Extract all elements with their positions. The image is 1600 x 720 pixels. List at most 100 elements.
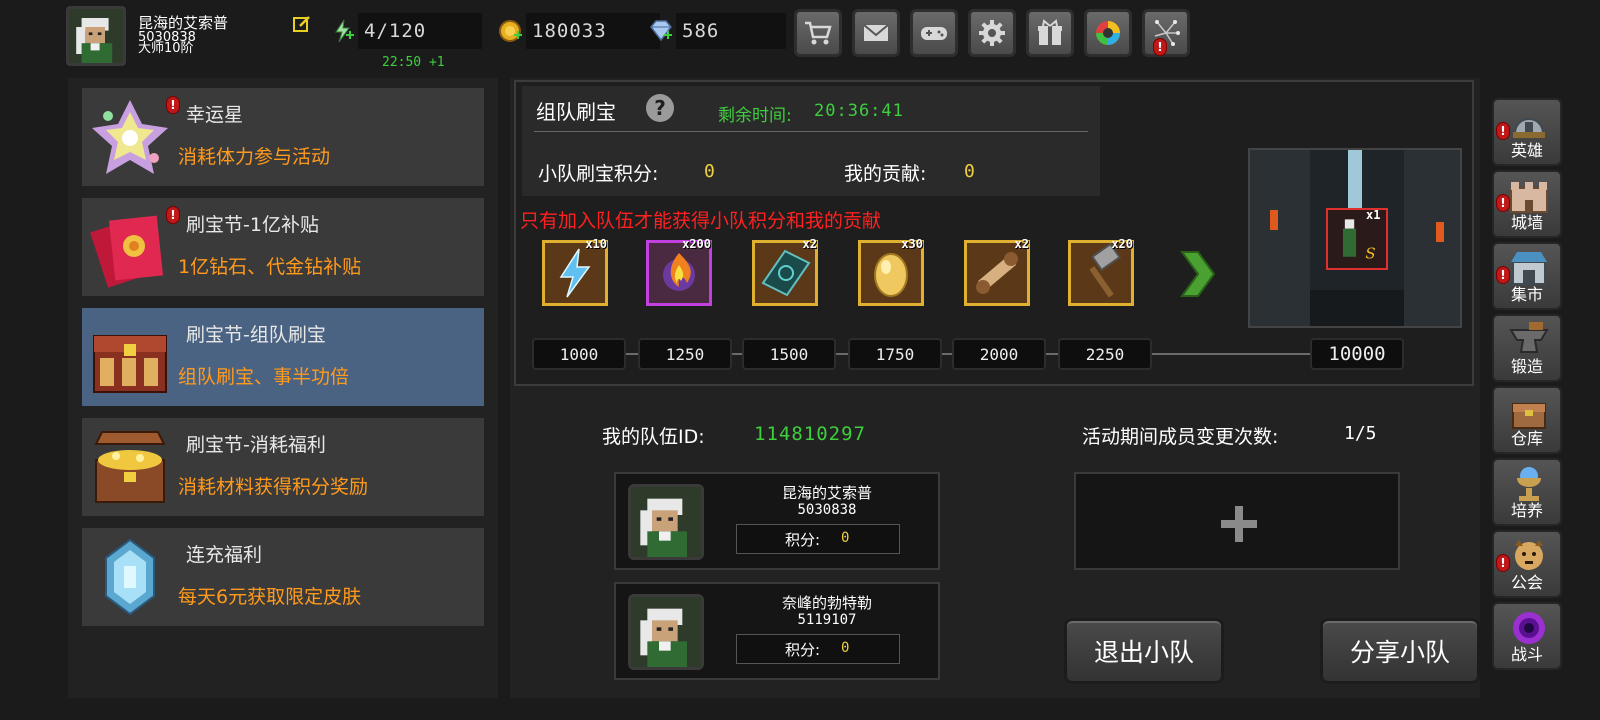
aperture-icon	[1096, 21, 1120, 45]
alert-icon: !	[1153, 38, 1167, 56]
gold-value: 180033	[532, 20, 607, 42]
reward-slot[interactable]: x2	[752, 237, 818, 306]
nav-battle[interactable]: 战斗	[1492, 602, 1562, 670]
member-score-label: 积分:	[785, 641, 821, 659]
aperture-button[interactable]	[1084, 9, 1132, 57]
stamina-regen-timer: 22:50 +1	[382, 55, 445, 70]
remaining-time-label: 剩余时间:	[718, 106, 792, 126]
event-item-team-treasure[interactable]: 刷宝节-组队刷宝 组队刷宝、事半功倍	[82, 308, 484, 406]
member-name: 昆海的艾索普	[781, 484, 872, 502]
gear-icon	[979, 20, 1005, 46]
event-desc: 1亿钻石、代金钻补贴	[178, 256, 362, 278]
firework-button[interactable]: !	[1142, 9, 1190, 57]
event-item-lucky-star[interactable]: ! 幸运星 消耗体力参与活动	[82, 88, 484, 186]
reward-slot[interactable]: x20	[1068, 237, 1134, 306]
nav-forge[interactable]: 锻造	[1492, 314, 1562, 382]
member-score-box: 积分: 0	[736, 524, 900, 554]
elf-portrait-icon	[69, 9, 123, 63]
nav-label: 城墙	[1510, 213, 1543, 232]
team-score-label: 小队刷宝积分:	[538, 163, 659, 185]
nav-market[interactable]: ! 集市	[1492, 242, 1562, 310]
team-member-card[interactable]: 奈峰的勃特勒 5119107 积分: 0	[614, 582, 940, 680]
settings-button[interactable]	[968, 9, 1016, 57]
event-title: 刷宝节-消耗福利	[186, 434, 326, 456]
games-button[interactable]	[910, 9, 958, 57]
nav-label: 公会	[1510, 573, 1543, 592]
reward-slot[interactable]: x10	[542, 237, 608, 306]
gift-icon	[1038, 19, 1062, 45]
team-id-value: 114810297	[754, 423, 866, 445]
reward-slot[interactable]: x2	[964, 237, 1030, 306]
team-treasure-panel: 组队刷宝 ? 剩余时间: 20:36:41 小队刷宝积分: 0 我的贡献: 0 …	[510, 78, 1480, 698]
player-rank: 大师10阶	[138, 41, 194, 56]
gold-coin-icon[interactable]	[498, 18, 524, 44]
share-team-button[interactable]: 分享小队	[1320, 618, 1480, 684]
scroll-icon	[976, 252, 1018, 294]
team-member-card[interactable]: 昆海的艾索普 5030838 积分: 0	[614, 472, 940, 570]
hammer-icon	[1089, 243, 1121, 298]
milestone: 1000	[532, 338, 626, 370]
alert-icon: !	[166, 96, 180, 114]
event-desc: 消耗材料获得积分奖励	[178, 476, 369, 498]
plus-icon	[1221, 506, 1257, 542]
add-member-slot[interactable]	[1074, 472, 1400, 570]
team-score-value: 0	[704, 161, 715, 182]
final-reward-qty: x1	[1366, 208, 1381, 222]
milestone: 1500	[742, 338, 836, 370]
edit-icon[interactable]	[292, 14, 312, 34]
gift-button[interactable]	[1026, 9, 1074, 57]
milestone-final: 10000	[1310, 338, 1404, 370]
reward-qty: x30	[901, 237, 923, 251]
contribution-label: 我的贡献:	[844, 163, 927, 185]
nav-label: 仓库	[1510, 429, 1543, 448]
mail-icon	[863, 24, 889, 41]
milestone: 2250	[1058, 338, 1152, 370]
member-id: 5119107	[797, 612, 857, 628]
gamepad-icon	[921, 27, 947, 40]
member-name: 奈峰的勃特勒	[781, 594, 872, 612]
event-title: 刷宝节-1亿补贴	[186, 214, 319, 236]
event-desc: 消耗体力参与活动	[178, 146, 331, 168]
reward-slot[interactable]: x200	[646, 237, 712, 306]
member-score-value: 0	[841, 530, 850, 546]
gold-display: 180033	[526, 13, 660, 49]
event-item-subsidy[interactable]: ! 刷宝节-1亿补贴 1亿钻石、代金钻补贴	[82, 198, 484, 296]
join-team-warning: 只有加入队伍才能获得小队积分和我的贡献	[520, 210, 882, 232]
ice-crystal-icon	[105, 538, 155, 616]
open-chest-icon	[94, 431, 166, 503]
diamond-display: 586	[676, 13, 786, 49]
divider	[534, 131, 1088, 132]
shop-button[interactable]	[794, 9, 842, 57]
mail-button[interactable]	[852, 9, 900, 57]
nav-guild[interactable]: ! 公会	[1492, 530, 1562, 598]
milestone: 2000	[952, 338, 1046, 370]
elf-portrait-icon	[631, 597, 701, 667]
member-changes-value: 1/5	[1344, 423, 1377, 444]
leave-team-button[interactable]: 退出小队	[1064, 618, 1224, 684]
member-avatar	[628, 594, 704, 670]
event-item-recharge[interactable]: 连充福利 每天6元获取限定皮肤	[82, 528, 484, 626]
chevron-right-icon	[1180, 251, 1216, 297]
team-id-label: 我的队伍ID:	[602, 426, 705, 448]
event-desc: 每天6元获取限定皮肤	[178, 586, 362, 608]
event-header: 组队刷宝 ? 剩余时间: 20:36:41 小队刷宝积分: 0 我的贡献: 0	[522, 86, 1100, 196]
help-icon[interactable]: ?	[646, 94, 674, 122]
reward-qty: x2	[802, 237, 817, 251]
stamina-display: 4/120	[358, 13, 482, 49]
nav-wall[interactable]: ! 城墙	[1492, 170, 1562, 238]
player-avatar[interactable]	[66, 6, 126, 66]
member-avatar	[628, 484, 704, 560]
milestone: 1250	[638, 338, 732, 370]
nav-label: 战斗	[1510, 645, 1543, 664]
nav-heroes[interactable]: ! 英雄	[1492, 98, 1562, 166]
diamond-icon[interactable]	[648, 18, 674, 44]
reward-slot[interactable]: x30	[858, 237, 924, 306]
egg-icon	[874, 253, 908, 297]
nav-cultivate[interactable]: 培养	[1492, 458, 1562, 526]
final-reward-scene[interactable]: S x1	[1248, 148, 1462, 328]
event-item-consume-welfare[interactable]: 刷宝节-消耗福利 消耗材料获得积分奖励	[82, 418, 484, 516]
lightning-icon	[559, 248, 591, 298]
top-bar: 昆海的艾索普 5030838 大师10阶 4/120 22:50 +1 1800…	[0, 0, 1600, 70]
nav-warehouse[interactable]: 仓库	[1492, 386, 1562, 454]
nav-label: 英雄	[1510, 141, 1543, 160]
